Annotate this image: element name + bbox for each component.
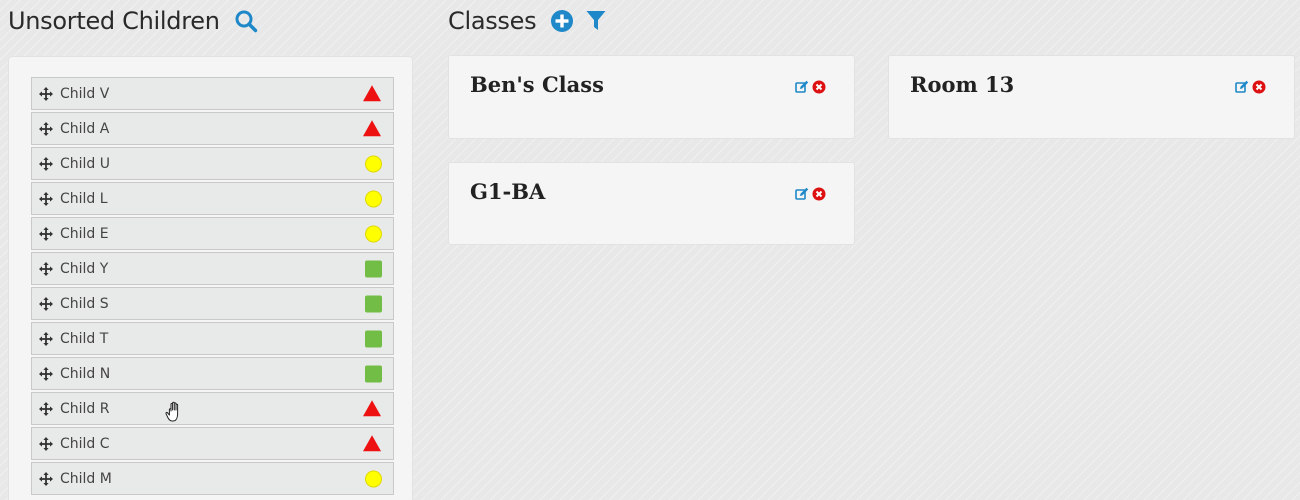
status-triangle-icon <box>363 434 381 451</box>
move-arrows-icon[interactable] <box>38 366 54 382</box>
unsorted-children-list: Child V Child A Child U Child L Child E Child… <box>31 77 394 497</box>
child-name: Child S <box>60 295 109 312</box>
status-square-icon <box>365 295 382 312</box>
class-card-actions <box>1232 80 1266 94</box>
class-card[interactable]: G1-BA <box>448 162 855 245</box>
status-triangle-icon <box>363 399 381 416</box>
unsorted-children-title: Unsorted Children <box>8 7 220 35</box>
child-name: Child Y <box>60 260 109 277</box>
child-name: Child U <box>60 155 111 172</box>
move-arrows-icon[interactable] <box>38 86 54 102</box>
status-circle-icon <box>365 155 382 172</box>
edit-icon[interactable] <box>1235 80 1249 94</box>
child-name: Child T <box>60 330 109 347</box>
child-list-item[interactable]: Child A <box>31 112 394 145</box>
status-triangle-icon <box>363 119 381 136</box>
search-icon[interactable] <box>234 9 258 33</box>
child-name: Child L <box>60 190 108 207</box>
child-list-item[interactable]: Child T <box>31 322 394 355</box>
child-list-item[interactable]: Child Y <box>31 252 394 285</box>
move-arrows-icon[interactable] <box>38 121 54 137</box>
child-list-item[interactable]: Child N <box>31 357 394 390</box>
child-name: Child R <box>60 400 110 417</box>
delete-icon[interactable] <box>1252 80 1266 94</box>
class-name: G1-BA <box>470 179 546 204</box>
child-name: Child A <box>60 120 110 137</box>
status-circle-icon <box>365 225 382 242</box>
status-circle-icon <box>365 190 382 207</box>
move-arrows-icon[interactable] <box>38 331 54 347</box>
class-card[interactable]: Ben's Class <box>448 55 855 139</box>
class-card-actions <box>792 80 826 94</box>
child-list-item[interactable]: Child S <box>31 287 394 320</box>
class-card[interactable]: Room 13 <box>888 55 1295 139</box>
child-list-item[interactable]: Child L <box>31 182 394 215</box>
child-name: Child C <box>60 435 110 452</box>
move-arrows-icon[interactable] <box>38 401 54 417</box>
edit-icon[interactable] <box>795 187 809 201</box>
child-name: Child M <box>60 470 112 487</box>
child-list-item[interactable]: Child V <box>31 77 394 110</box>
child-list-item[interactable]: Child U <box>31 147 394 180</box>
delete-icon[interactable] <box>812 187 826 201</box>
status-square-icon <box>365 260 382 277</box>
unsorted-children-header: Unsorted Children <box>8 4 258 38</box>
child-name: Child V <box>60 85 110 102</box>
child-list-item[interactable]: Child M <box>31 462 394 495</box>
child-name: Child N <box>60 365 111 382</box>
delete-icon[interactable] <box>812 80 826 94</box>
classes-header: Classes <box>448 4 606 38</box>
status-circle-icon <box>365 470 382 487</box>
move-arrows-icon[interactable] <box>38 261 54 277</box>
filter-icon[interactable] <box>586 10 606 32</box>
move-arrows-icon[interactable] <box>38 156 54 172</box>
child-list-item[interactable]: Child E <box>31 217 394 250</box>
edit-icon[interactable] <box>795 80 809 94</box>
child-list-item[interactable]: Child C <box>31 427 394 460</box>
child-name: Child E <box>60 225 109 242</box>
status-triangle-icon <box>363 84 381 101</box>
plus-circle-icon[interactable] <box>550 9 574 33</box>
status-square-icon <box>365 330 382 347</box>
classes-title: Classes <box>448 7 537 35</box>
move-arrows-icon[interactable] <box>38 226 54 242</box>
child-list-item[interactable]: Child R <box>31 392 394 425</box>
unsorted-children-panel: Child V Child A Child U Child L Child E Child… <box>8 56 413 500</box>
class-name: Ben's Class <box>470 72 604 97</box>
move-arrows-icon[interactable] <box>38 436 54 452</box>
move-arrows-icon[interactable] <box>38 191 54 207</box>
class-card-actions <box>792 187 826 201</box>
move-arrows-icon[interactable] <box>38 296 54 312</box>
move-arrows-icon[interactable] <box>38 471 54 487</box>
status-square-icon <box>365 365 382 382</box>
class-name: Room 13 <box>910 72 1015 97</box>
